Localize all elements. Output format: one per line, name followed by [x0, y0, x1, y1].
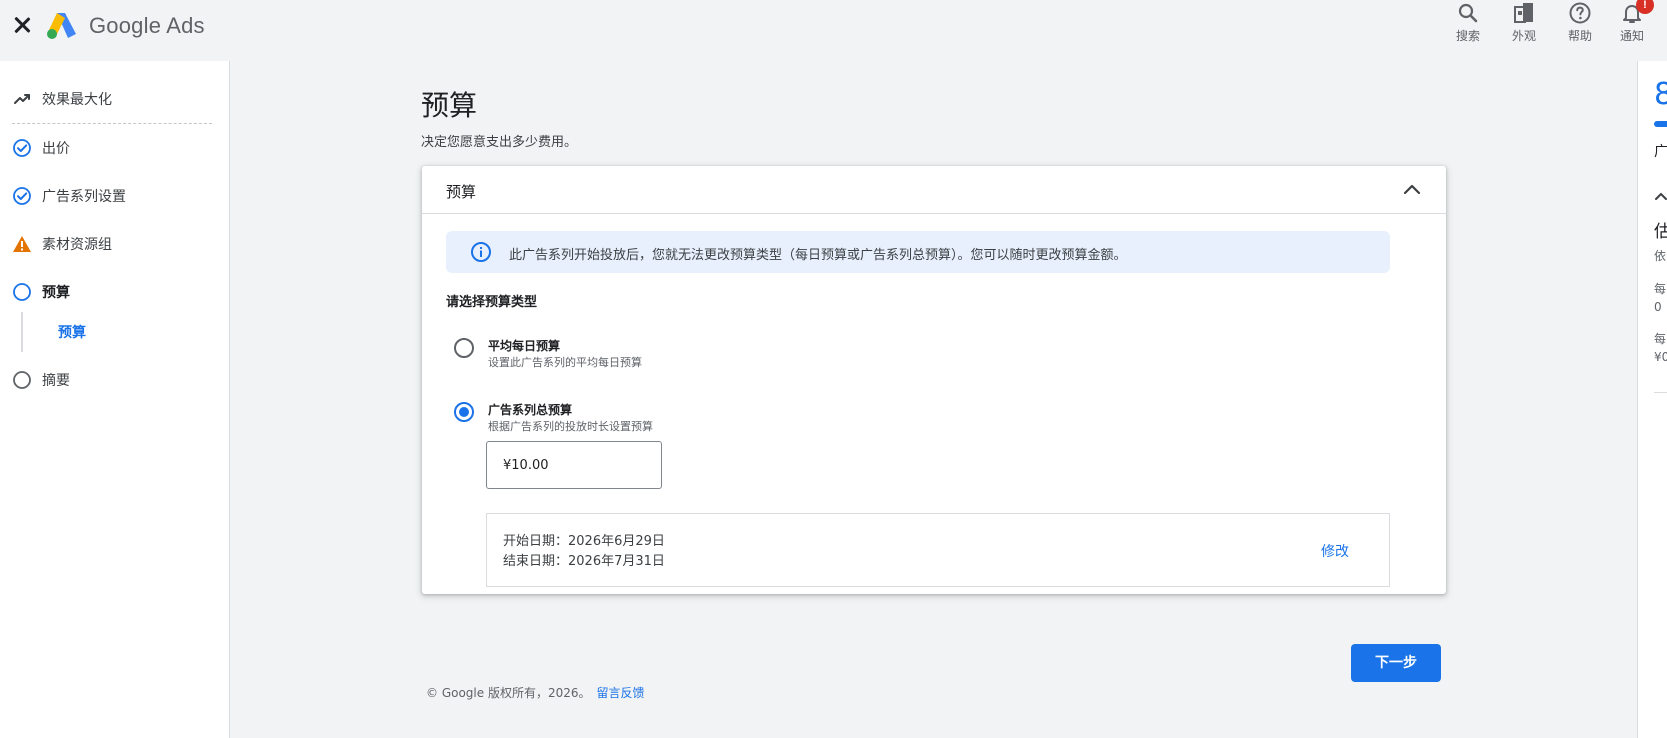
- sub-nav-item-budget[interactable]: 预算: [58, 322, 86, 342]
- appearance-label: 外观: [1511, 29, 1536, 43]
- performance-max-icon: [14, 94, 30, 104]
- budget-option-daily[interactable]: 平均每日预算 设置此广告系列的平均每日预算: [454, 336, 854, 376]
- budget-type-label: 请选择预算类型: [446, 295, 538, 310]
- nav-item-bidding[interactable]: 出价: [0, 127, 229, 167]
- nav-item-label: 广告系列设置: [42, 189, 126, 205]
- left-navigation: 效果最大化 出价 广告系列设置 素材资源组 预算 预算 摘要: [0, 61, 230, 738]
- notifications-label: 通知: [1619, 29, 1644, 43]
- end-date: 结束日期：2026年7月31日: [503, 554, 665, 569]
- header-help-button[interactable]: 帮助: [1555, 0, 1605, 50]
- check-circle-icon: [13, 139, 31, 157]
- nav-item-label: 摘要: [42, 373, 70, 389]
- panel-progress-bar: [1654, 121, 1667, 127]
- appearance-icon: [1514, 3, 1533, 23]
- budget-amount-value: ¥10.00: [503, 458, 549, 473]
- search-label: 搜索: [1455, 29, 1480, 43]
- nav-divider: [12, 123, 212, 124]
- chevron-up-icon[interactable]: [1398, 176, 1426, 204]
- nav-item-label: 预算: [42, 285, 70, 301]
- nav-item-asset-group[interactable]: 素材资源组: [0, 223, 229, 263]
- info-text: 此广告系列开始投放后，您就无法更改预算类型（每日预算或广告系列总预算）。您可以随…: [509, 248, 1127, 263]
- circle-icon: [13, 371, 31, 389]
- circle-icon: [13, 283, 31, 301]
- next-button[interactable]: 下一步: [1351, 644, 1441, 682]
- nav-item-label: 效果最大化: [42, 92, 112, 108]
- option-title: 平均每日预算: [488, 339, 561, 353]
- option-title: 广告系列总预算: [488, 403, 573, 417]
- help-icon: [1569, 2, 1591, 24]
- radio-unchecked[interactable]: [454, 338, 474, 358]
- google-ads-logo: [47, 13, 76, 39]
- nav-item-performance-max[interactable]: 效果最大化: [0, 78, 229, 118]
- brand-name: Google Ads: [89, 13, 205, 38]
- panel-value: 0: [1654, 300, 1662, 314]
- panel-value: ¥0: [1654, 350, 1667, 364]
- panel-score: 8: [1654, 77, 1667, 112]
- page-footer: © Google 版权所有，2026。 留言反馈: [426, 684, 645, 701]
- option-description: 设置此广告系列的平均每日预算: [488, 356, 642, 369]
- card-title: 预算: [446, 183, 477, 201]
- option-description: 根据广告系列的投放时长设置预算: [488, 420, 653, 433]
- nav-item-label: 素材资源组: [42, 237, 112, 253]
- sub-nav-line: [21, 312, 23, 352]
- panel-text: 每: [1654, 282, 1667, 296]
- nav-item-label: 出价: [42, 141, 70, 157]
- nav-item-summary[interactable]: 摘要: [0, 359, 229, 399]
- check-circle-icon: [13, 187, 31, 205]
- start-date: 开始日期：2026年6月29日: [503, 534, 665, 549]
- search-icon: [1458, 3, 1478, 23]
- info-icon: [471, 242, 491, 262]
- header-appearance-button[interactable]: 外观: [1499, 0, 1549, 50]
- info-banner: 此广告系列开始投放后，您就无法更改预算类型（每日预算或广告系列总预算）。您可以随…: [446, 231, 1390, 273]
- radio-checked[interactable]: [454, 402, 474, 422]
- page-title: 预算: [421, 89, 478, 122]
- nav-item-campaign-settings[interactable]: 广告系列设置: [0, 175, 229, 215]
- panel-text: 广: [1654, 144, 1667, 160]
- nav-item-budget[interactable]: 预算: [0, 271, 229, 311]
- feedback-link[interactable]: 留言反馈: [597, 686, 645, 700]
- panel-divider: [1654, 392, 1667, 393]
- edit-dates-link[interactable]: 修改: [1321, 541, 1349, 561]
- header-notifications-button[interactable]: ! 通知: [1607, 0, 1657, 50]
- date-range-box: 开始日期：2026年6月29日 结束日期：2026年7月31日 修改: [486, 513, 1390, 587]
- estimate-side-panel: 8 广 估 依 每 0 每 ¥0: [1637, 61, 1667, 738]
- budget-amount-input[interactable]: ¥10.00: [486, 441, 662, 489]
- copyright-text: © Google 版权所有，2026。: [426, 686, 591, 700]
- card-header[interactable]: 预算: [422, 166, 1446, 214]
- panel-heading: 估: [1654, 217, 1667, 242]
- panel-text: 每: [1654, 332, 1667, 346]
- help-label: 帮助: [1567, 29, 1592, 43]
- header-search-button[interactable]: 搜索: [1443, 0, 1493, 50]
- budget-card: 预算 此广告系列开始投放后，您就无法更改预算类型（每日预算或广告系列总预算）。您…: [422, 166, 1446, 594]
- budget-option-total[interactable]: 广告系列总预算 根据广告系列的投放时长设置预算: [454, 400, 854, 440]
- top-app-bar: Google Ads 搜索 外观 帮助 ! 通知: [0, 0, 1667, 60]
- chevron-up-icon[interactable]: [1654, 189, 1667, 203]
- notification-badge: !: [1636, 0, 1654, 14]
- warning-icon: [13, 236, 31, 252]
- panel-text: 依: [1654, 249, 1667, 263]
- close-icon[interactable]: [11, 14, 33, 36]
- page-subtitle: 决定您愿意支出多少费用。: [421, 135, 578, 150]
